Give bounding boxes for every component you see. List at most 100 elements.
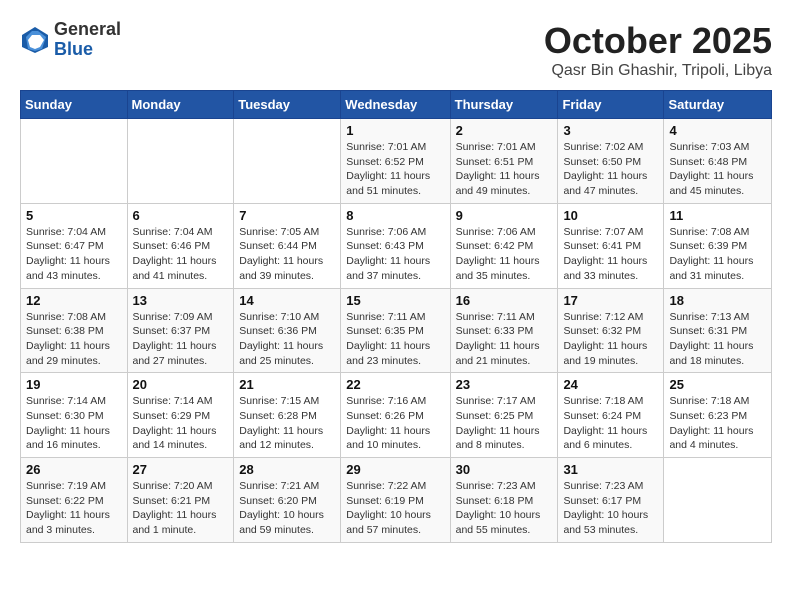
day-info: Sunrise: 7:04 AMSunset: 6:46 PMDaylight:… bbox=[133, 225, 229, 284]
calendar-subtitle: Qasr Bin Ghashir, Tripoli, Libya bbox=[544, 62, 772, 80]
calendar-cell bbox=[127, 119, 234, 204]
calendar-cell: 14 Sunrise: 7:10 AMSunset: 6:36 PMDayligh… bbox=[234, 288, 341, 373]
calendar-cell: 31 Sunrise: 7:23 AMSunset: 6:17 PMDayligh… bbox=[558, 458, 664, 543]
day-info: Sunrise: 7:21 AMSunset: 6:20 PMDaylight:… bbox=[239, 479, 335, 538]
day-info: Sunrise: 7:23 AMSunset: 6:18 PMDaylight:… bbox=[456, 479, 553, 538]
logo-general-text: General bbox=[54, 20, 121, 40]
day-info: Sunrise: 7:03 AMSunset: 6:48 PMDaylight:… bbox=[669, 140, 766, 199]
calendar-week-row: 1 Sunrise: 7:01 AMSunset: 6:52 PMDaylight… bbox=[21, 119, 772, 204]
day-number: 15 bbox=[346, 293, 444, 308]
day-number: 16 bbox=[456, 293, 553, 308]
logo-text: General Blue bbox=[54, 20, 121, 60]
calendar-cell: 11 Sunrise: 7:08 AMSunset: 6:39 PMDayligh… bbox=[664, 203, 772, 288]
calendar-cell: 24 Sunrise: 7:18 AMSunset: 6:24 PMDayligh… bbox=[558, 373, 664, 458]
day-number: 3 bbox=[563, 123, 658, 138]
calendar-cell: 13 Sunrise: 7:09 AMSunset: 6:37 PMDayligh… bbox=[127, 288, 234, 373]
calendar-cell: 1 Sunrise: 7:01 AMSunset: 6:52 PMDaylight… bbox=[341, 119, 450, 204]
weekday-header: Sunday bbox=[21, 91, 128, 119]
day-info: Sunrise: 7:01 AMSunset: 6:51 PMDaylight:… bbox=[456, 140, 553, 199]
calendar-cell: 27 Sunrise: 7:20 AMSunset: 6:21 PMDayligh… bbox=[127, 458, 234, 543]
day-number: 27 bbox=[133, 462, 229, 477]
calendar-cell bbox=[21, 119, 128, 204]
day-number: 29 bbox=[346, 462, 444, 477]
calendar-cell: 15 Sunrise: 7:11 AMSunset: 6:35 PMDayligh… bbox=[341, 288, 450, 373]
day-info: Sunrise: 7:08 AMSunset: 6:38 PMDaylight:… bbox=[26, 310, 122, 369]
calendar-cell: 25 Sunrise: 7:18 AMSunset: 6:23 PMDayligh… bbox=[664, 373, 772, 458]
day-info: Sunrise: 7:18 AMSunset: 6:24 PMDaylight:… bbox=[563, 394, 658, 453]
day-info: Sunrise: 7:22 AMSunset: 6:19 PMDaylight:… bbox=[346, 479, 444, 538]
calendar-cell: 20Sunrise: 7:14 AMSunset: 6:29 PMDayligh… bbox=[127, 373, 234, 458]
day-number: 17 bbox=[563, 293, 658, 308]
calendar-cell: 12 Sunrise: 7:08 AMSunset: 6:38 PMDayligh… bbox=[21, 288, 128, 373]
day-info: Sunrise: 7:17 AMSunset: 6:25 PMDaylight:… bbox=[456, 394, 553, 453]
day-info: Sunrise: 7:11 AMSunset: 6:33 PMDaylight:… bbox=[456, 310, 553, 369]
calendar-cell: 29 Sunrise: 7:22 AMSunset: 6:19 PMDayligh… bbox=[341, 458, 450, 543]
day-number: 12 bbox=[26, 293, 122, 308]
calendar-week-row: 26Sunrise: 7:19 AMSunset: 6:22 PMDayligh… bbox=[21, 458, 772, 543]
calendar-cell: 19 Sunrise: 7:14 AMSunset: 6:30 PMDayligh… bbox=[21, 373, 128, 458]
calendar-week-row: 19 Sunrise: 7:14 AMSunset: 6:30 PMDayligh… bbox=[21, 373, 772, 458]
day-number: 10 bbox=[563, 208, 658, 223]
day-info: Sunrise: 7:11 AMSunset: 6:35 PMDaylight:… bbox=[346, 310, 444, 369]
calendar-cell: 4Sunrise: 7:03 AMSunset: 6:48 PMDaylight… bbox=[664, 119, 772, 204]
day-info: Sunrise: 7:05 AMSunset: 6:44 PMDaylight:… bbox=[239, 225, 335, 284]
day-number: 9 bbox=[456, 208, 553, 223]
day-info: Sunrise: 7:10 AMSunset: 6:36 PMDaylight:… bbox=[239, 310, 335, 369]
day-number: 8 bbox=[346, 208, 444, 223]
calendar-table: SundayMondayTuesdayWednesdayThursdayFrid… bbox=[20, 90, 772, 543]
calendar-cell: 16 Sunrise: 7:11 AMSunset: 6:33 PMDayligh… bbox=[450, 288, 558, 373]
calendar-cell: 8 Sunrise: 7:06 AMSunset: 6:43 PMDaylight… bbox=[341, 203, 450, 288]
day-info: Sunrise: 7:14 AMSunset: 6:30 PMDaylight:… bbox=[26, 394, 122, 453]
day-info: Sunrise: 7:20 AMSunset: 6:21 PMDaylight:… bbox=[133, 479, 229, 538]
day-number: 30 bbox=[456, 462, 553, 477]
day-info: Sunrise: 7:07 AMSunset: 6:41 PMDaylight:… bbox=[563, 225, 658, 284]
day-number: 6 bbox=[133, 208, 229, 223]
day-number: 20 bbox=[133, 377, 229, 392]
weekday-header: Monday bbox=[127, 91, 234, 119]
weekday-header: Wednesday bbox=[341, 91, 450, 119]
day-number: 21 bbox=[239, 377, 335, 392]
weekday-header: Tuesday bbox=[234, 91, 341, 119]
day-info: Sunrise: 7:12 AMSunset: 6:32 PMDaylight:… bbox=[563, 310, 658, 369]
day-info: Sunrise: 7:18 AMSunset: 6:23 PMDaylight:… bbox=[669, 394, 766, 453]
day-info: Sunrise: 7:19 AMSunset: 6:22 PMDaylight:… bbox=[26, 479, 122, 538]
calendar-cell: 21 Sunrise: 7:15 AMSunset: 6:28 PMDayligh… bbox=[234, 373, 341, 458]
day-number: 1 bbox=[346, 123, 444, 138]
calendar-week-row: 12 Sunrise: 7:08 AMSunset: 6:38 PMDayligh… bbox=[21, 288, 772, 373]
day-info: Sunrise: 7:15 AMSunset: 6:28 PMDaylight:… bbox=[239, 394, 335, 453]
day-number: 23 bbox=[456, 377, 553, 392]
calendar-cell: 5 Sunrise: 7:04 AMSunset: 6:47 PMDaylight… bbox=[21, 203, 128, 288]
logo: General Blue bbox=[20, 20, 121, 60]
day-number: 5 bbox=[26, 208, 122, 223]
calendar-cell: 3Sunrise: 7:02 AMSunset: 6:50 PMDaylight… bbox=[558, 119, 664, 204]
day-number: 24 bbox=[563, 377, 658, 392]
day-info: Sunrise: 7:09 AMSunset: 6:37 PMDaylight:… bbox=[133, 310, 229, 369]
day-info: Sunrise: 7:23 AMSunset: 6:17 PMDaylight:… bbox=[563, 479, 658, 538]
calendar-cell: 28 Sunrise: 7:21 AMSunset: 6:20 PMDayligh… bbox=[234, 458, 341, 543]
day-info: Sunrise: 7:06 AMSunset: 6:43 PMDaylight:… bbox=[346, 225, 444, 284]
day-number: 22 bbox=[346, 377, 444, 392]
day-info: Sunrise: 7:13 AMSunset: 6:31 PMDaylight:… bbox=[669, 310, 766, 369]
day-info: Sunrise: 7:04 AMSunset: 6:47 PMDaylight:… bbox=[26, 225, 122, 284]
logo-blue-text: Blue bbox=[54, 40, 121, 60]
day-number: 31 bbox=[563, 462, 658, 477]
day-number: 13 bbox=[133, 293, 229, 308]
weekday-header: Friday bbox=[558, 91, 664, 119]
day-number: 2 bbox=[456, 123, 553, 138]
day-number: 25 bbox=[669, 377, 766, 392]
day-info: Sunrise: 7:01 AMSunset: 6:52 PMDaylight:… bbox=[346, 140, 444, 199]
calendar-cell: 23 Sunrise: 7:17 AMSunset: 6:25 PMDayligh… bbox=[450, 373, 558, 458]
logo-icon bbox=[20, 25, 50, 55]
calendar-cell: 26Sunrise: 7:19 AMSunset: 6:22 PMDayligh… bbox=[21, 458, 128, 543]
calendar-header-row: SundayMondayTuesdayWednesdayThursdayFrid… bbox=[21, 91, 772, 119]
day-number: 11 bbox=[669, 208, 766, 223]
calendar-week-row: 5 Sunrise: 7:04 AMSunset: 6:47 PMDaylight… bbox=[21, 203, 772, 288]
day-number: 19 bbox=[26, 377, 122, 392]
day-number: 14 bbox=[239, 293, 335, 308]
day-number: 18 bbox=[669, 293, 766, 308]
day-number: 28 bbox=[239, 462, 335, 477]
calendar-cell: 9Sunrise: 7:06 AMSunset: 6:42 PMDaylight… bbox=[450, 203, 558, 288]
calendar-cell bbox=[664, 458, 772, 543]
title-section: October 2025 Qasr Bin Ghashir, Tripoli, … bbox=[544, 20, 772, 80]
day-info: Sunrise: 7:08 AMSunset: 6:39 PMDaylight:… bbox=[669, 225, 766, 284]
